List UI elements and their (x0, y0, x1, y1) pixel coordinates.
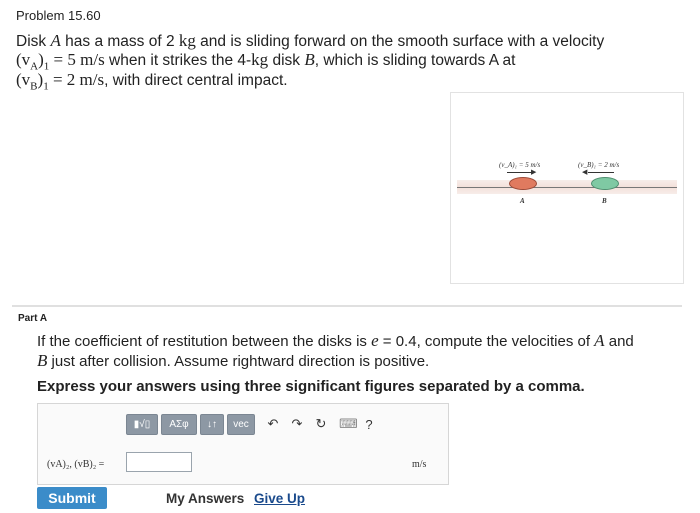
section-divider (12, 305, 682, 307)
text: when it strikes the 4- (104, 52, 252, 69)
velocity-symbol: (v (16, 50, 31, 69)
arrow-left-icon: ◀ (582, 169, 588, 176)
question-line-2: B just after collision. Assume rightward… (37, 351, 429, 371)
give-up-link[interactable]: Give Up (254, 491, 305, 506)
velocity-b-arrow (588, 172, 614, 173)
equation-toolbar: ▮√▯ ΑΣφ ↓↑ vec ↶ ↷ ↻ ⌨ ? (126, 413, 375, 435)
velocity-value: = 2 m/s (48, 70, 105, 89)
disk-a-symbol: A (594, 331, 605, 350)
help-icon[interactable]: ? (363, 417, 375, 432)
surface-line (457, 187, 677, 188)
disk-a (509, 177, 537, 190)
problem-statement-line-3: (vB)1 = 2 m/s, with direct central impac… (16, 70, 288, 92)
velocity-symbol: (v (16, 70, 31, 89)
submit-button[interactable]: Submit (37, 487, 107, 509)
disk-a-symbol: A (50, 31, 61, 50)
problem-title: Problem 15.60 (16, 8, 101, 23)
vec-button[interactable]: vec (227, 413, 255, 435)
part-a-label: Part A (18, 313, 48, 324)
text: , with direct central impact. (104, 72, 288, 89)
keyboard-icon[interactable]: ⌨ (339, 416, 358, 432)
text: and (604, 333, 634, 350)
disk-a-label: A (520, 197, 525, 205)
velocity-value: = 5 m/s (49, 50, 105, 69)
text: If the coefficient of restitution betwee… (37, 333, 372, 350)
text: Disk (16, 33, 51, 50)
symbols-button[interactable]: ΑΣφ (161, 413, 197, 435)
arrow-right-icon: ▶ (531, 169, 537, 176)
answer-label: (vA)₂, (vB)₂ = (47, 459, 105, 470)
text: disk (268, 52, 305, 69)
disk-b-label: B (602, 197, 607, 205)
undo-icon[interactable]: ↶ (267, 416, 279, 432)
disk-b (591, 177, 619, 190)
text: and is sliding forward on the smooth sur… (195, 33, 605, 50)
my-answers-label: My Answers (166, 491, 245, 506)
arrows-button[interactable]: ↓↑ (200, 413, 224, 435)
collision-figure: (v_A)₁ = 5 m/s (v_B)₁ = 2 m/s ▶ ◀ A B (450, 92, 684, 284)
velocity-a-arrow (507, 172, 533, 173)
question-line-1: If the coefficient of restitution betwee… (37, 331, 634, 351)
answer-instruction: Express your answers using three signifi… (37, 378, 585, 395)
text: has a mass of 2 (60, 33, 179, 50)
answer-box: ▮√▯ ΑΣφ ↓↑ vec ↶ ↷ ↻ ⌨ ? (vA)₂, (vB)₂ = … (37, 403, 449, 485)
subscript: B (30, 80, 38, 93)
problem-statement-line-1: Disk A has a mass of 2 kg and is sliding… (16, 31, 604, 51)
text: , which is sliding towards A at (314, 52, 516, 69)
unit-kg: kg (178, 31, 196, 50)
text: = 0.4, compute the velocities of (378, 333, 595, 350)
disk-b-symbol: B (304, 50, 315, 69)
disk-b-symbol: B (37, 351, 48, 370)
e-symbol: e (371, 331, 379, 350)
unit-label: m/s (412, 459, 427, 470)
redo-icon[interactable]: ↷ (291, 416, 303, 432)
unit-kg: kg (251, 50, 269, 69)
answer-input[interactable] (126, 452, 192, 472)
reset-icon[interactable]: ↻ (315, 416, 327, 432)
template-button[interactable]: ▮√▯ (126, 413, 158, 435)
text: just after collision. Assume rightward d… (47, 353, 430, 370)
